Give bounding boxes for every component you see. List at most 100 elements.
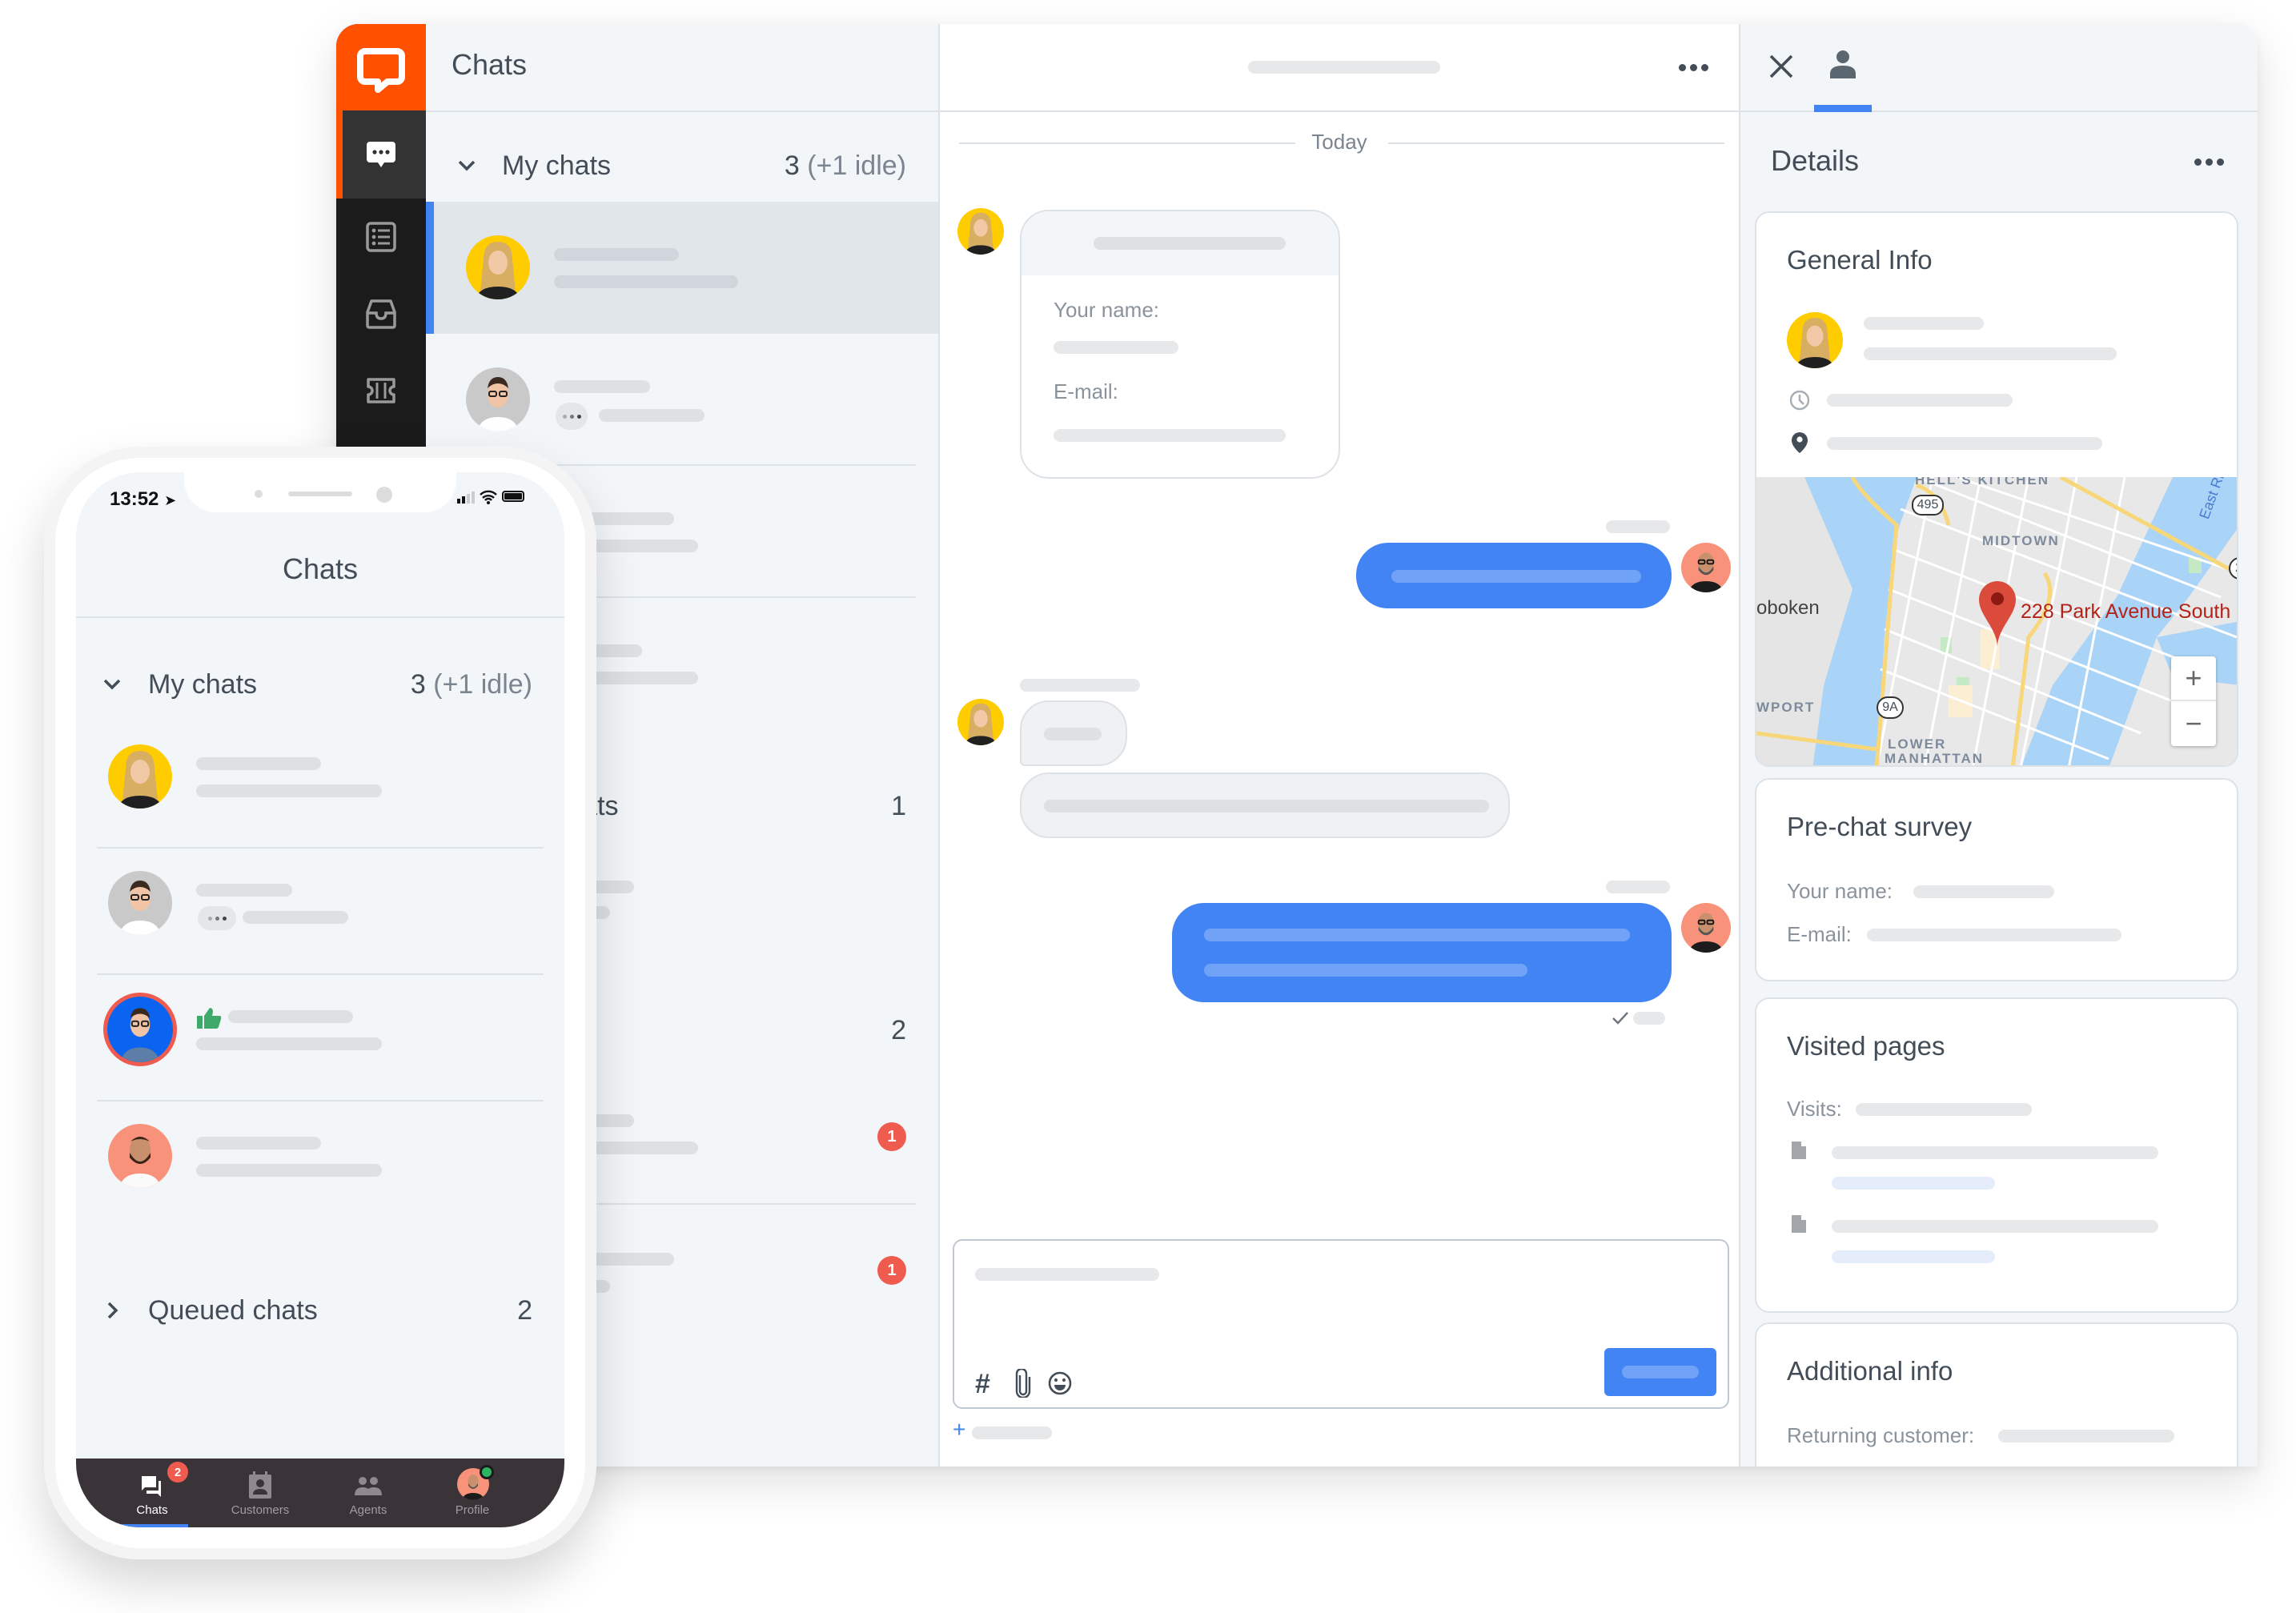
section-label: Queued chats (148, 1295, 318, 1326)
field-label: Your name: (1787, 879, 1893, 903)
close-icon[interactable] (1768, 53, 1795, 80)
document-icon (1792, 1142, 1806, 1159)
location-arrow-icon: ➤ (164, 492, 177, 508)
tab-profile[interactable]: Profile (412, 1459, 532, 1527)
chevron-down-icon (458, 160, 476, 171)
section-label: My chats (148, 669, 258, 700)
more-horizontal-icon[interactable] (1679, 64, 1708, 71)
emoji-icon[interactable] (1047, 1370, 1073, 1396)
desktop-app-window: Chats My chats 3 (+1 idle) 1 2 1 1 Today… (336, 24, 2258, 1467)
details-tabs (1740, 24, 2258, 112)
map-label: MANHATTAN (1885, 751, 1985, 766)
document-icon (1792, 1215, 1806, 1233)
contact-card-icon (249, 1471, 271, 1499)
mobile-section-my-chats[interactable]: My chats 3 (+1 idle) (76, 655, 564, 719)
nav-item-customers[interactable] (336, 199, 426, 275)
customer-avatar (1787, 312, 1843, 368)
nav-item-chats[interactable] (336, 116, 426, 193)
details-title: Details (1771, 144, 1860, 177)
mobile-section-queued-chats[interactable]: Queued chats 2 (76, 1281, 564, 1345)
plus-icon[interactable]: + (953, 1417, 965, 1442)
map-zoom-out-button[interactable]: − (2171, 701, 2216, 746)
phone-notch (184, 472, 456, 512)
section-count: 3 (+1 idle) (784, 150, 906, 181)
mobile-chat-item[interactable] (76, 849, 564, 975)
chevron-down-icon (103, 679, 121, 690)
map-zoom-in-button[interactable]: + (2171, 656, 2216, 701)
map-label: oboken (1756, 597, 1820, 619)
conversation-panel: Today Your name: E-mail: # + (940, 24, 1740, 1467)
active-tab-indicator (1814, 105, 1872, 112)
hashtag-icon[interactable]: # (975, 1369, 990, 1400)
visited-page-url[interactable] (1832, 1250, 1995, 1263)
chats-icon (142, 1476, 161, 1497)
mobile-device: 13:52 ➤ Chats My chats 3 (+1 idle) Queue… (44, 447, 596, 1559)
tab-chats[interactable]: 2 Chats (92, 1459, 212, 1527)
send-button[interactable] (1604, 1348, 1716, 1396)
additional-info-card: Additional info Returning customer: (1755, 1322, 2238, 1467)
section-count: 2 (517, 1295, 532, 1326)
livechat-logo[interactable] (336, 24, 426, 110)
section-label: My chats (502, 150, 612, 181)
customer-message (1020, 700, 1127, 766)
visited-page-title[interactable] (1832, 1220, 2158, 1233)
avatar (103, 993, 177, 1066)
mobile-tab-bar: 2 Chats Customers Agents Profile (76, 1459, 564, 1527)
agent-avatar (1681, 543, 1731, 592)
input-placeholder (975, 1268, 1159, 1281)
location-map[interactable]: HELL'S KITCHEN MIDTOWN oboken WPORT LOWE… (1756, 477, 2237, 766)
nav-item-archives[interactable] (336, 275, 426, 352)
visited-page-title[interactable] (1832, 1146, 2158, 1159)
mobile-chat-item[interactable] (76, 975, 564, 1101)
highway-shield: 9A (1877, 696, 1904, 719)
section-count: 1 (891, 791, 906, 821)
message-input[interactable]: # (953, 1239, 1729, 1409)
nav-item-tickets[interactable] (336, 352, 426, 429)
person-icon[interactable] (1827, 48, 1859, 80)
signal-icon (457, 492, 475, 504)
chat-list-item[interactable] (426, 202, 938, 334)
battery-icon (502, 491, 524, 502)
person-photo (476, 242, 520, 299)
form-label-name: Your name: (1054, 298, 1160, 322)
pre-chat-form-message: Your name: E-mail: (1020, 210, 1340, 479)
visited-page-url[interactable] (1832, 1177, 1995, 1190)
tab-agents[interactable]: Agents (308, 1459, 428, 1527)
add-action-placeholder[interactable] (972, 1426, 1052, 1439)
read-status-placeholder (1633, 1012, 1665, 1025)
wifi-icon (480, 490, 497, 504)
online-status-dot (480, 1465, 494, 1479)
clock-icon (1789, 390, 1810, 411)
customer-message (1020, 772, 1510, 838)
card-title: Pre-chat survey (1787, 812, 1973, 841)
message-author-placeholder (1020, 679, 1140, 692)
mobile-chat-item[interactable] (76, 1101, 564, 1228)
map-label: LOWER (1888, 736, 1947, 752)
chats-badge: 2 (167, 1462, 188, 1483)
form-label-email: E-mail: (1054, 379, 1118, 403)
people-icon (355, 1477, 382, 1495)
check-icon (1612, 1012, 1628, 1025)
map-zoom-controls: + − (2171, 656, 2216, 746)
avatar (108, 1124, 172, 1188)
general-info-card: General Info HELL'S KITCHEN MIDTOWN obok… (1755, 211, 2238, 767)
map-marker-icon (1979, 581, 2016, 648)
field-label: Returning customer: (1787, 1423, 1975, 1447)
card-title: Visited pages (1787, 1031, 1945, 1061)
chat-bubble-icon (367, 142, 395, 167)
location-pin-icon (1792, 432, 1808, 453)
message-timestamp (1606, 881, 1670, 893)
mobile-page-title: Chats (282, 552, 359, 585)
customer-avatar (957, 208, 1004, 255)
more-horizontal-icon[interactable] (2194, 158, 2224, 166)
avatar (466, 235, 530, 299)
paperclip-icon[interactable] (1014, 1369, 1033, 1398)
chat-list-header: Chats (426, 24, 938, 112)
visits-label: Visits: (1787, 1097, 1842, 1121)
mobile-screen: 13:52 ➤ Chats My chats 3 (+1 idle) Queue… (76, 472, 564, 1527)
details-panel: Details General Info HELL'S KITCHEN MIDT… (1740, 24, 2258, 1467)
section-my-chats[interactable]: My chats 3 (+1 idle) (426, 136, 938, 200)
tab-customers[interactable]: Customers (200, 1459, 320, 1527)
unread-badge: 1 (877, 1122, 906, 1151)
mobile-chat-item[interactable] (76, 722, 564, 849)
